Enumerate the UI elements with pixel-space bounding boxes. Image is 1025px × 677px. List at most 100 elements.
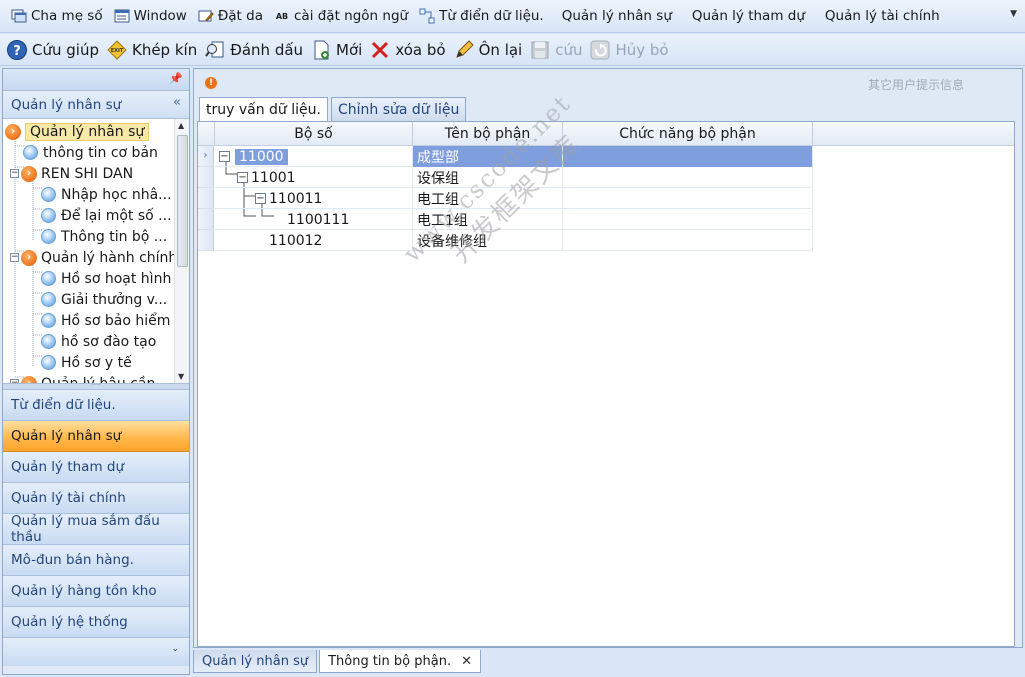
tree-item-label: Quản lý hậu cần: [41, 375, 156, 384]
table-row[interactable]: 1100111 电工1组: [215, 209, 813, 230]
edit-button[interactable]: Ôn lại: [453, 36, 530, 64]
menu-overflow-icon[interactable]: ▼: [1010, 9, 1017, 19]
cell-text: 11001: [251, 169, 296, 186]
cell-code: 1100111: [215, 209, 413, 230]
save-button[interactable]: cứu: [529, 36, 589, 64]
scroll-down-icon[interactable]: ▼: [178, 372, 184, 381]
table-row[interactable]: 110012 设备维修组: [215, 230, 813, 251]
tree-item-enrollment[interactable]: Nhập học nhâ...: [41, 184, 172, 205]
nav-group-label: Từ điển dữ liệu.: [11, 397, 116, 413]
tree-item-activity-records[interactable]: Hồ sơ hoạt hình: [41, 268, 171, 289]
menu-attendance[interactable]: Quản lý tham dự: [682, 3, 815, 29]
table-row[interactable]: − 11000 成型部: [215, 146, 813, 167]
row-indicator[interactable]: [198, 230, 214, 251]
cell-name: 电工1组: [413, 209, 563, 230]
tree-item-basic-info[interactable]: thông tin cơ bản: [23, 142, 158, 163]
tree-item-department-info[interactable]: Thông tin bộ ...: [41, 226, 167, 247]
scroll-up-icon[interactable]: ▲: [178, 121, 184, 130]
main-content: ! 其它用户提示信息 truy vấn dữ liệu. Chỉnh sửa d…: [193, 68, 1023, 648]
tree-item-hr-root[interactable]: › Quản lý nhân sự: [5, 121, 150, 142]
menu-finance[interactable]: Quản lý tài chính: [815, 3, 950, 29]
nav-group-system[interactable]: Quản lý hệ thống: [3, 607, 189, 638]
row-indicator[interactable]: [198, 188, 214, 209]
nav-group-dictionary[interactable]: Từ điển dữ liệu.: [3, 390, 189, 421]
exit-button[interactable]: EXIT Khép kín: [106, 36, 204, 64]
pencil-icon: [453, 39, 475, 61]
pin-icon[interactable]: 📌: [169, 72, 183, 85]
cell-code: − 11001: [215, 167, 413, 188]
help-button[interactable]: ? Cứu giúp: [6, 36, 106, 64]
doc-tab-department-info[interactable]: Thông tin bộ phận. ✕: [319, 650, 481, 673]
collapse-toggle-icon[interactable]: −: [10, 169, 19, 178]
menu-hr[interactable]: Quản lý nhân sự: [552, 3, 682, 29]
nav-group-finance[interactable]: Quản lý tài chính: [3, 483, 189, 514]
tree-scrollbar[interactable]: ▲ ▼: [174, 119, 189, 383]
menu-skin[interactable]: Đặt da: [195, 3, 271, 29]
new-button[interactable]: Mới: [310, 36, 369, 64]
collapse-toggle-icon[interactable]: −: [237, 172, 248, 183]
close-icon[interactable]: ✕: [461, 654, 472, 669]
delete-button[interactable]: xóa bỏ: [369, 36, 452, 64]
cancel-button[interactable]: Hủy bỏ: [589, 36, 675, 64]
nav-group-sales[interactable]: Mô-đun bán hàng.: [3, 545, 189, 576]
nav-group-label: Quản lý tham dự: [11, 459, 125, 475]
menu-language[interactable]: AB cài đặt ngôn ngữ: [271, 3, 416, 29]
cell-text: 设保组: [417, 170, 459, 187]
undo-icon: [589, 39, 611, 61]
cell-text: 设备维修组: [417, 233, 487, 250]
menu-label: cài đặt ngôn ngữ: [294, 8, 409, 24]
collapse-toggle-icon[interactable]: −: [219, 151, 230, 162]
tree-item-insurance[interactable]: Hồ sơ bảo hiểm: [41, 310, 170, 331]
cell-function: [563, 146, 813, 167]
tree-item-leave[interactable]: Để lại một số ...: [41, 205, 172, 226]
collapse-icon[interactable]: «: [173, 95, 181, 110]
tree-item-logistics[interactable]: − › Quản lý hậu cần: [10, 373, 156, 384]
nav-options-chevron-icon[interactable]: ⌄: [171, 644, 179, 654]
column-header-label: Chức năng bộ phận: [619, 126, 756, 142]
document-tabs: Quản lý nhân sự Thông tin bộ phận. ✕: [193, 650, 483, 674]
row-indicator[interactable]: ›: [198, 146, 214, 167]
tree-item-medical[interactable]: Hồ sơ y tế: [41, 352, 132, 373]
nav-group-attendance[interactable]: Quản lý tham dự: [3, 452, 189, 483]
table-row[interactable]: − 110011 电工组: [215, 188, 813, 209]
table-row[interactable]: − 11001 设保组: [215, 167, 813, 188]
cancel-label: Hủy bỏ: [615, 40, 669, 59]
menu-label: Đặt da: [217, 8, 263, 24]
leaf-bullet-icon: [41, 187, 56, 202]
tree-item-ren-shi-dan[interactable]: − › REN SHI DAN: [10, 163, 133, 184]
menu-label: Cha mẹ số: [31, 8, 103, 24]
collapse-toggle-icon[interactable]: −: [255, 193, 266, 204]
doc-tab-hr[interactable]: Quản lý nhân sự: [193, 650, 318, 673]
tree-item-training[interactable]: hồ sơ đào tạo: [41, 331, 156, 352]
collapse-toggle-icon[interactable]: −: [10, 379, 19, 383]
svg-text:EXIT: EXIT: [111, 48, 124, 54]
nav-group-inventory[interactable]: Quản lý hàng tồn kho: [3, 576, 189, 607]
row-indicator[interactable]: [198, 209, 214, 230]
menu-dictionary[interactable]: Từ điển dữ liệu.: [416, 3, 552, 29]
column-header-function[interactable]: Chức năng bộ phận: [563, 122, 813, 146]
scroll-thumb[interactable]: [177, 135, 188, 267]
tree-item-administration[interactable]: − › Quản lý hành chính: [10, 247, 177, 268]
tree-item-label: REN SHI DAN: [41, 165, 134, 182]
nav-group-hr[interactable]: Quản lý nhân sự: [3, 421, 189, 452]
content-tabs: truy vấn dữ liệu. Chỉnh sửa dữ liệu: [199, 97, 469, 122]
menu-window[interactable]: Window: [111, 3, 195, 29]
cell-text: 11000: [235, 148, 288, 165]
nav-group-label: Quản lý mua sắm đấu thầu: [11, 513, 160, 545]
tree-item-label: Hồ sơ bảo hiểm: [61, 312, 171, 329]
svg-text:?: ?: [13, 44, 21, 59]
nav-header-title: Quản lý nhân sự: [11, 96, 122, 113]
tab-query[interactable]: truy vấn dữ liệu.: [199, 97, 328, 122]
nav-group-label: Quản lý nhân sự: [11, 428, 122, 444]
nav-group-procurement[interactable]: Quản lý mua sắm đấu thầu: [3, 513, 189, 545]
delete-x-icon: [369, 39, 391, 61]
mark-label: Đánh dấu: [230, 40, 304, 59]
tree-item-awards[interactable]: Giải thưởng v...: [41, 289, 167, 310]
mark-button[interactable]: Đánh dấu: [204, 36, 310, 64]
row-indicator[interactable]: [198, 167, 214, 188]
collapse-toggle-icon[interactable]: −: [10, 253, 19, 262]
tree-item-label: Quản lý nhân sự: [25, 122, 150, 141]
tab-edit[interactable]: Chỉnh sửa dữ liệu: [330, 97, 467, 121]
menu-cascade[interactable]: Cha mẹ số: [8, 3, 111, 29]
leaf-bullet-icon: [41, 229, 56, 244]
